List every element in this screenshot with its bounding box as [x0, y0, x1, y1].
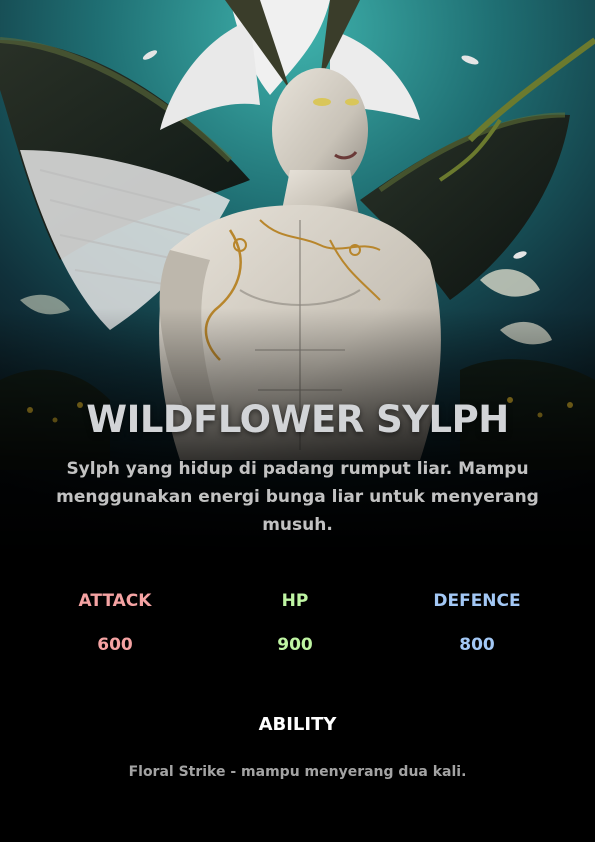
- stat-hp: HP 900: [205, 588, 385, 658]
- stat-attack-label: ATTACK: [78, 591, 152, 611]
- stat-attack: ATTACK 600: [25, 588, 205, 658]
- card-title: WILDFLOWER SYLPH: [86, 398, 509, 441]
- stat-hp-label: HP: [281, 591, 309, 611]
- stat-hp-value: 900: [277, 635, 313, 655]
- ability-description: Floral Strike - mampu menyerang dua kali…: [128, 764, 467, 780]
- stat-defence-label: DEFENCE: [433, 591, 521, 611]
- ability-heading: ABILITY: [258, 714, 337, 735]
- stat-attack-value: 600: [97, 635, 133, 655]
- card-description: Sylph yang hidup di padang rumput liar. …: [56, 459, 539, 535]
- character-card: WILDFLOWER SYLPH Sylph yang hidup di pad…: [0, 0, 595, 842]
- stat-defence: DEFENCE 800: [387, 588, 567, 658]
- stat-defence-value: 800: [459, 635, 495, 655]
- stats-row: ATTACK 600 HP 900 DEFENCE 800: [0, 588, 595, 668]
